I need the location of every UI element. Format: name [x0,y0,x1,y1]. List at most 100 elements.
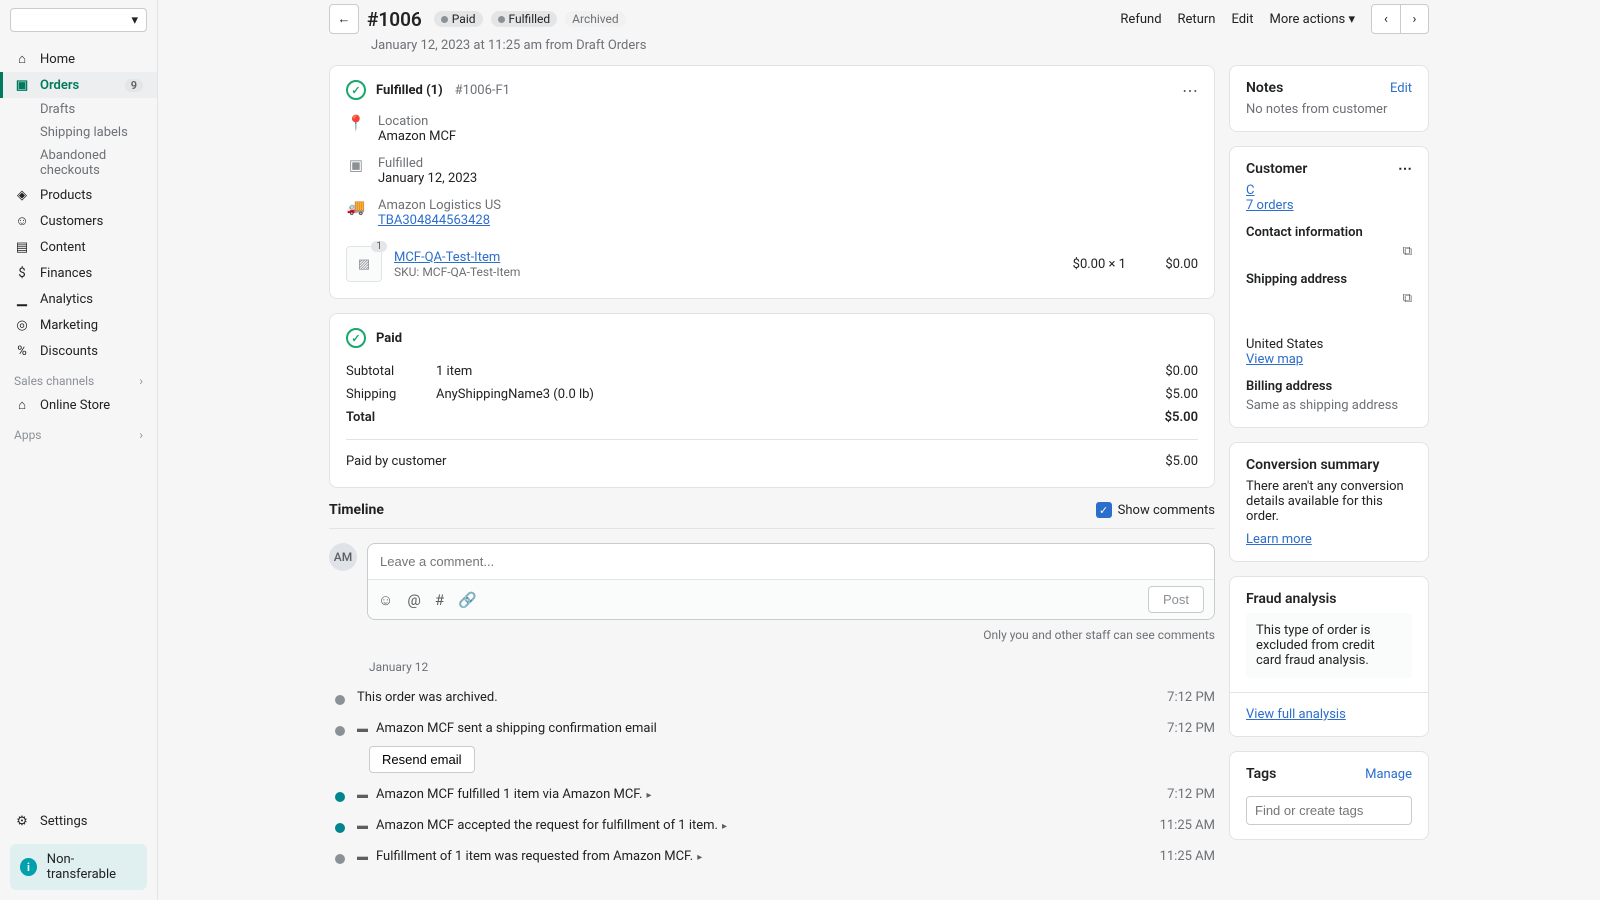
return-button[interactable]: Return [1178,12,1216,27]
tags-title: Tags [1246,766,1276,782]
fulfillment-card: Fulfilled (1) #1006-F1 ⋯ 📍 LocationAmazo… [329,65,1215,299]
store-selector[interactable]: ▾ [10,8,147,32]
chevron-right-icon[interactable]: › [139,428,143,442]
sidebar-label: Marketing [40,318,98,333]
copy-icon[interactable]: ⧉ [1403,291,1412,306]
card-more-button[interactable]: ⋯ [1398,161,1412,177]
sidebar-item-products[interactable]: ◈Products [0,182,157,208]
learn-more-link[interactable]: Learn more [1246,532,1312,547]
resend-email-button[interactable]: Resend email [369,746,475,773]
info-icon: i [20,858,37,876]
calendar-icon: ▣ [346,156,366,186]
expand-icon[interactable]: ▬ [357,818,368,833]
timeline-event: Amazon MCF sent a shipping confirmation … [376,721,1157,736]
discounts-icon: % [14,343,30,359]
sidebar-item-orders[interactable]: ▣ Orders 9 [0,72,157,98]
chevron-down-icon: ▾ [131,13,138,28]
billing-address-label: Billing address [1246,379,1412,394]
sidebar-label: Home [40,52,75,67]
hashtag-icon[interactable]: # [435,591,444,609]
comment-input[interactable] [368,544,1214,579]
store-icon: ⌂ [14,397,30,413]
edit-button[interactable]: Edit [1231,12,1253,27]
timeline-dot [335,726,345,736]
home-icon: ⌂ [14,51,30,67]
sidebar-item-settings[interactable]: ⚙Settings [0,808,157,834]
sidebar-label: Orders [40,78,79,93]
fraud-body: This type of order is excluded from cred… [1246,613,1412,678]
sidebar-item-home[interactable]: ⌂ Home [0,46,157,72]
timeline-dot [335,695,345,705]
expand-icon[interactable]: ▬ [357,787,368,802]
sidebar-sub-abandoned[interactable]: Abandoned checkouts [0,144,157,182]
item-sku: SKU: MCF-QA-Test-Item [394,265,520,279]
tracking-link[interactable]: TBA304844563428 [378,213,490,228]
view-map-link[interactable]: View map [1246,352,1303,367]
edit-notes-link[interactable]: Edit [1390,81,1412,96]
image-icon: ▨ [358,257,370,272]
notes-body: No notes from customer [1246,102,1412,117]
sidebar-item-discounts[interactable]: %Discounts [0,338,157,364]
conversion-body: There aren't any conversion details avai… [1246,479,1412,524]
notes-title: Notes [1246,80,1283,96]
prev-order-button[interactable]: ‹ [1372,5,1400,33]
sidebar-item-marketing[interactable]: ◎Marketing [0,312,157,338]
timeline-title: Timeline [329,502,384,518]
trial-pill[interactable]: i Non-transferable [10,844,147,890]
post-button[interactable]: Post [1148,586,1204,613]
arrow-left-icon: ← [338,11,351,27]
customer-name-link[interactable]: C [1246,183,1254,198]
check-icon [346,328,366,348]
refund-button[interactable]: Refund [1120,12,1161,27]
orders-icon: ▣ [14,77,30,93]
sidebar-item-online-store[interactable]: ⌂Online Store [0,392,157,418]
contact-info-label: Contact information [1246,225,1412,240]
mention-icon[interactable]: @ [407,591,420,609]
expand-icon[interactable]: ▬ [357,721,368,736]
back-button[interactable]: ← [329,4,359,34]
order-date: January 12, 2023 at 11:25 am from Draft … [309,38,1449,53]
sidebar-item-customers[interactable]: ☺Customers [0,208,157,234]
link-icon[interactable]: 🔗 [458,591,477,609]
copy-icon[interactable]: ⧉ [1403,244,1412,259]
orders-badge: 9 [125,79,143,92]
expand-icon[interactable]: ▬ [357,849,368,864]
sidebar-sub-drafts[interactable]: Drafts [0,98,157,121]
user-avatar: AM [329,543,357,571]
view-analysis-link[interactable]: View full analysis [1246,707,1346,722]
show-comments-toggle[interactable]: ✓ Show comments [1096,502,1215,518]
timeline-event[interactable]: Fulfillment of 1 item was requested from… [376,849,1150,864]
timeline-event[interactable]: Amazon MCF fulfilled 1 item via Amazon M… [376,787,1157,802]
billing-body: Same as shipping address [1246,398,1412,413]
item-link[interactable]: MCF-QA-Test-Item [394,250,500,265]
next-order-button[interactable]: › [1400,5,1428,33]
timeline-dot [335,792,345,802]
analytics-icon: ▁ [14,291,30,307]
tags-input[interactable] [1246,796,1412,825]
sidebar-label: Content [40,240,86,255]
timeline-event[interactable]: Amazon MCF accepted the request for fulf… [376,818,1150,833]
products-icon: ◈ [14,187,30,203]
sidebar-sub-shipping-labels[interactable]: Shipping labels [0,121,157,144]
item-price: $0.00 × 1 [1073,257,1126,272]
emoji-icon[interactable]: ☺ [378,591,393,609]
sidebar-item-analytics[interactable]: ▁Analytics [0,286,157,312]
customer-orders-link[interactable]: 7 orders [1246,198,1294,213]
timeline-dot [335,823,345,833]
sidebar-label: Settings [40,814,87,829]
paid-title: Paid [376,331,402,346]
sidebar-item-finances[interactable]: $Finances [0,260,157,286]
fraud-card: Fraud analysis This type of order is exc… [1229,576,1429,737]
fulfilled-label: Fulfilled [378,156,477,171]
chevron-right-icon[interactable]: › [139,374,143,388]
manage-tags-link[interactable]: Manage [1365,767,1412,782]
sidebar-item-content[interactable]: ▤Content [0,234,157,260]
badge-archived: Archived [565,11,625,27]
caret-icon: ▸ [697,852,702,863]
location-label: Location [378,114,456,129]
trial-label: Non-transferable [47,852,137,882]
shipping-country: United States [1246,337,1412,352]
caret-icon: ▸ [646,790,651,801]
card-more-button[interactable]: ⋯ [1182,81,1198,100]
more-actions-button[interactable]: More actions ▾ [1269,12,1355,27]
